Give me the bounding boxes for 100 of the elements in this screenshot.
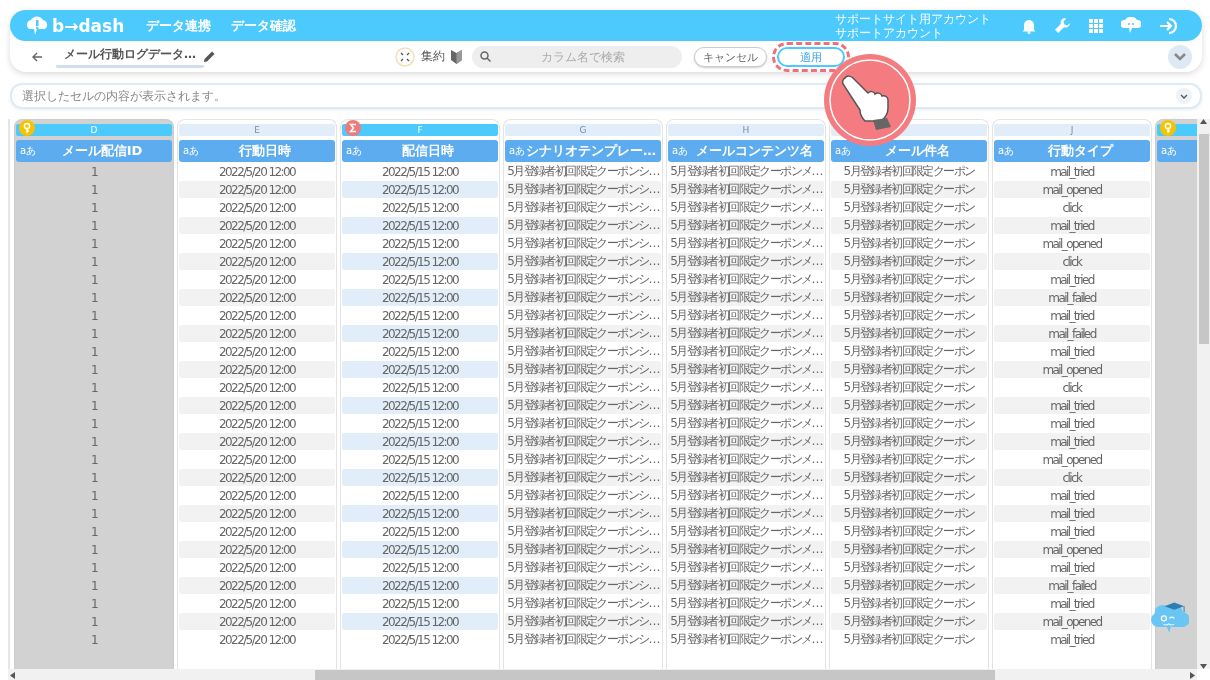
table-cell[interactable]: 1 (16, 433, 172, 450)
table-cell[interactable]: mail_tried (994, 271, 1150, 288)
table-cell[interactable]: 1 (16, 199, 172, 216)
table-cell[interactable]: 5月登録者初回限定クーポンシ… (505, 163, 661, 180)
scroll-up-icon[interactable] (1200, 119, 1207, 124)
table-cell[interactable]: 5月登録者初回限定クーポンシ… (505, 325, 661, 342)
table-cell[interactable]: 2022/5/15 12:00 (342, 451, 498, 468)
table-cell[interactable]: 2022/5/15 12:00 (342, 307, 498, 324)
table-cell[interactable]: mail_opened (994, 181, 1150, 198)
table-cell[interactable]: 1 (16, 361, 172, 378)
table-cell[interactable]: 5月登録者初回限定クーポンシ… (505, 217, 661, 234)
table-cell[interactable]: 2022/5/15 12:00 (342, 271, 498, 288)
beginner-mark-icon[interactable] (451, 49, 462, 64)
table-cell[interactable]: 2022/5/15 12:00 (342, 541, 498, 558)
table-cell[interactable]: 5月登録者初回限定クーポンシ… (505, 451, 661, 468)
scrollbar-thumb[interactable] (1198, 134, 1209, 344)
table-cell[interactable]: 5月登録者初回限定クーポンメ… (668, 289, 824, 306)
table-cell[interactable]: mail_tried (994, 595, 1150, 612)
table-cell[interactable]: 5月登録者初回限定クーポンメ… (668, 253, 824, 270)
table-cell[interactable]: mail_failed (994, 577, 1150, 594)
table-cell[interactable]: mail_tried (994, 631, 1150, 648)
search-input[interactable]: カラム名で検索 (491, 48, 674, 65)
table-cell[interactable]: mail_tried (994, 415, 1150, 432)
table-column[interactable] (340, 119, 500, 669)
table-cell[interactable]: 2022/5/20 12:00 (179, 631, 335, 648)
table-cell[interactable]: 5月登録者初回限定クーポン (831, 181, 987, 198)
table-cell[interactable]: 5月登録者初回限定クーポンメ… (668, 559, 824, 576)
table-cell[interactable]: 5月登録者初回限定クーポンシ… (505, 253, 661, 270)
table-cell[interactable]: 2022/5/15 12:00 (342, 379, 498, 396)
table-cell[interactable]: 5月登録者初回限定クーポンメ… (668, 451, 824, 468)
table-cell[interactable]: 5月登録者初回限定クーポンメ… (668, 505, 824, 522)
table-cell[interactable]: mail_tried (994, 217, 1150, 234)
table-cell[interactable]: 2022/5/20 12:00 (179, 595, 335, 612)
table-cell[interactable]: 5月登録者初回限定クーポンメ… (668, 163, 824, 180)
table-cell[interactable]: 5月登録者初回限定クーポンシ… (505, 271, 661, 288)
table-cell[interactable]: mail_failed (994, 325, 1150, 342)
table-cell[interactable]: 5月登録者初回限定クーポンシ… (505, 541, 661, 558)
table-cell[interactable]: 2022/5/20 12:00 (179, 379, 335, 396)
table-cell[interactable]: 2022/5/15 12:00 (342, 631, 498, 648)
table-cell[interactable]: 5月登録者初回限定クーポン (831, 199, 987, 216)
table-cell[interactable]: 5月登録者初回限定クーポンメ… (668, 271, 824, 288)
table-cell[interactable]: 2022/5/15 12:00 (342, 505, 498, 522)
table-cell[interactable]: 2022/5/20 12:00 (179, 307, 335, 324)
table-cell[interactable]: 5月登録者初回限定クーポン (831, 523, 987, 540)
table-cell[interactable]: mail_tried (994, 397, 1150, 414)
table-cell[interactable]: 2022/5/20 12:00 (179, 289, 335, 306)
table-cell[interactable]: 5月登録者初回限定クーポン (831, 631, 987, 648)
table-cell[interactable]: 5月登録者初回限定クーポン (831, 343, 987, 360)
table-cell[interactable]: 5月登録者初回限定クーポン (831, 613, 987, 630)
table-cell[interactable]: mail_tried (994, 433, 1150, 450)
table-cell[interactable]: 2022/5/15 12:00 (342, 253, 498, 270)
table-cell[interactable]: 2022/5/20 12:00 (179, 199, 335, 216)
table-cell[interactable]: 5月登録者初回限定クーポン (831, 379, 987, 396)
table-cell[interactable]: 2022/5/20 12:00 (179, 181, 335, 198)
cancel-button[interactable]: キャンセル (694, 47, 767, 68)
table-cell[interactable]: 5月登録者初回限定クーポン (831, 541, 987, 558)
table-cell[interactable]: 5月登録者初回限定クーポンシ… (505, 487, 661, 504)
table-cell[interactable]: 1 (16, 451, 172, 468)
table-cell[interactable]: 2022/5/15 12:00 (342, 199, 498, 216)
table-cell[interactable]: 2022/5/20 12:00 (179, 577, 335, 594)
table-cell[interactable]: 5月登録者初回限定クーポン (831, 307, 987, 324)
table-cell[interactable]: 1 (16, 217, 172, 234)
table-cell[interactable]: 5月登録者初回限定クーポン (831, 451, 987, 468)
table-cell[interactable]: mail_opened (994, 451, 1150, 468)
table-cell[interactable]: 5月登録者初回限定クーポンメ… (668, 307, 824, 324)
table-cell[interactable]: 5月登録者初回限定クーポン (831, 577, 987, 594)
table-cell[interactable]: mail_tried (994, 559, 1150, 576)
table-cell[interactable]: 5月登録者初回限定クーポン (831, 361, 987, 378)
table-cell[interactable]: 5月登録者初回限定クーポンメ… (668, 343, 824, 360)
table-column[interactable] (829, 119, 989, 669)
expand-button[interactable] (1176, 88, 1192, 104)
table-cell[interactable]: 5月登録者初回限定クーポンメ… (668, 433, 824, 450)
table-cell[interactable]: mail_opened (994, 541, 1150, 558)
table-cell[interactable]: 5月登録者初回限定クーポン (831, 217, 987, 234)
table-cell[interactable]: mail_opened (994, 361, 1150, 378)
table-cell[interactable]: 2022/5/15 12:00 (342, 181, 498, 198)
table-cell[interactable]: 1 (16, 289, 172, 306)
expand-button[interactable] (1168, 44, 1192, 69)
table-cell[interactable]: 1 (16, 253, 172, 270)
table-cell[interactable]: 5月登録者初回限定クーポンシ… (505, 523, 661, 540)
table-cell[interactable]: 2022/5/20 12:00 (179, 559, 335, 576)
table-cell[interactable]: 2022/5/20 12:00 (179, 253, 335, 270)
table-cell[interactable]: 2022/5/15 12:00 (342, 469, 498, 486)
table-cell[interactable]: 5月登録者初回限定クーポンシ… (505, 343, 661, 360)
table-cell[interactable]: 5月登録者初回限定クーポンメ… (668, 631, 824, 648)
table-cell[interactable]: 5月登録者初回限定クーポン (831, 433, 987, 450)
table-cell[interactable]: 2022/5/20 12:00 (179, 541, 335, 558)
table-cell[interactable]: click (994, 253, 1150, 270)
table-cell[interactable]: 5月登録者初回限定クーポンメ… (668, 325, 824, 342)
table-cell[interactable]: 5月登録者初回限定クーポンメ… (668, 469, 824, 486)
table-cell[interactable]: 1 (16, 235, 172, 252)
table-cell[interactable]: 1 (16, 379, 172, 396)
table-cell[interactable]: 2022/5/15 12:00 (342, 289, 498, 306)
table-cell[interactable]: 5月登録者初回限定クーポンメ… (668, 235, 824, 252)
table-column[interactable] (666, 119, 826, 669)
back-arrow-icon[interactable] (32, 51, 42, 62)
table-cell[interactable]: 5月登録者初回限定クーポンメ… (668, 415, 824, 432)
table-cell[interactable]: 5月登録者初回限定クーポンシ… (505, 289, 661, 306)
table-cell[interactable]: 2022/5/15 12:00 (342, 595, 498, 612)
table-cell[interactable]: mail_opened (994, 613, 1150, 630)
